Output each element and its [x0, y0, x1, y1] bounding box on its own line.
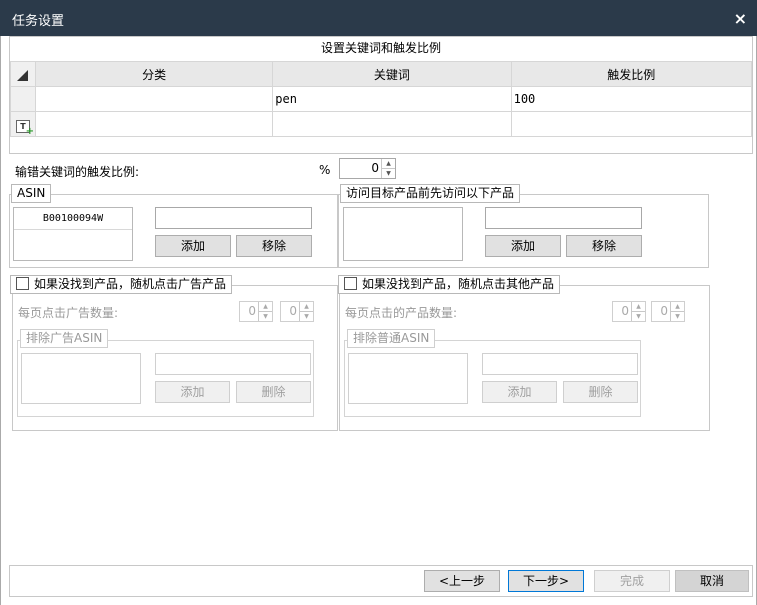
stepper-arrows[interactable]: ▲ ▼ — [631, 302, 645, 321]
checkbox-icon[interactable] — [344, 277, 357, 290]
ad-max-stepper[interactable]: 0 ▲ ▼ — [280, 301, 314, 322]
asin-group: B00100094W 添加 移除 — [9, 194, 338, 268]
exclude-normal-asin-input[interactable] — [482, 353, 638, 375]
other-products-group: 每页点击的产品数量: 0 ▲ ▼ 0 ▲ ▼ 添加 删除 排除普通ASIN — [339, 285, 710, 431]
cell-keyword[interactable]: pen — [272, 86, 512, 112]
arrow-down-icon[interactable]: ▼ — [300, 312, 313, 322]
arrow-up-icon[interactable]: ▲ — [382, 159, 395, 169]
stepper-value: 0 — [371, 161, 379, 175]
wrong-keyword-label: 输错关键词的触发比例: — [15, 165, 140, 179]
keyword-table: 分类 关键词 触发比例 pen 100 T + — [10, 61, 753, 137]
checkbox-icon[interactable] — [16, 277, 29, 290]
next-step-button[interactable]: 下一步> — [508, 570, 584, 592]
asin-list[interactable]: B00100094W — [13, 207, 133, 261]
table-row[interactable]: pen 100 — [10, 86, 753, 112]
cancel-button[interactable]: 取消 — [675, 570, 749, 592]
visit-before-input[interactable] — [485, 207, 642, 229]
arrow-down-icon[interactable]: ▼ — [632, 312, 645, 322]
plus-icon: + — [25, 126, 34, 137]
stepper-value: 0 — [621, 304, 629, 318]
new-row[interactable]: T + — [10, 111, 753, 137]
exclude-ad-asin-legend: 排除广告ASIN — [20, 329, 109, 348]
wizard-footer: <上一步 下一步> 完成 取消 — [9, 565, 753, 597]
stepper-arrows[interactable]: ▲ ▼ — [670, 302, 684, 321]
arrow-up-icon[interactable]: ▲ — [259, 302, 272, 312]
stepper-arrows[interactable]: ▲ ▼ — [381, 159, 395, 178]
new-row-header[interactable]: T + — [10, 111, 36, 137]
exclude-normal-asin-group: 添加 删除 — [344, 340, 641, 417]
arrow-up-icon[interactable]: ▲ — [632, 302, 645, 312]
exclude-normal-asin-legend: 排除普通ASIN — [347, 329, 436, 348]
finish-button[interactable]: 完成 — [594, 570, 670, 592]
cell-ratio[interactable]: 100 — [510, 86, 753, 112]
asin-add-button[interactable]: 添加 — [155, 235, 231, 257]
exclude-normal-add-button[interactable]: 添加 — [482, 381, 557, 403]
grid-caption: 设置关键词和触发比例 — [320, 41, 441, 55]
column-header-ratio[interactable]: 触发比例 — [510, 61, 753, 87]
other-max-stepper[interactable]: 0 ▲ ▼ — [651, 301, 685, 322]
exclude-ad-add-button[interactable]: 添加 — [155, 381, 230, 403]
cell-category[interactable] — [34, 86, 274, 112]
visit-before-list[interactable] — [343, 207, 463, 261]
asin-input[interactable] — [155, 207, 312, 229]
visit-before-add-button[interactable]: 添加 — [485, 235, 561, 257]
exclude-ad-delete-button[interactable]: 删除 — [236, 381, 311, 403]
visit-before-legend: 访问目标产品前先访问以下产品 — [340, 184, 521, 203]
close-icon[interactable]: × — [734, 9, 747, 28]
new-cell-keyword[interactable] — [272, 111, 512, 137]
new-cell-category[interactable] — [34, 111, 274, 137]
exclude-ad-asin-input[interactable] — [155, 353, 311, 375]
arrow-down-icon[interactable]: ▼ — [671, 312, 684, 322]
other-min-stepper[interactable]: 0 ▲ ▼ — [612, 301, 646, 322]
ad-products-checkbox-label: 如果没找到产品，随机点击广告产品 — [34, 277, 227, 291]
window-title: 任务设置 — [12, 14, 65, 29]
arrow-up-icon[interactable]: ▲ — [300, 302, 313, 312]
ad-min-stepper[interactable]: 0 ▲ ▼ — [239, 301, 273, 322]
visit-before-remove-button[interactable]: 移除 — [566, 235, 642, 257]
percent-unit: % — [319, 163, 331, 177]
ad-products-group: 每页点击广告数量: 0 ▲ ▼ 0 ▲ ▼ 添加 删除 排除广告ASIN — [12, 285, 338, 431]
add-row-icon: T + — [15, 120, 34, 136]
other-per-page-label: 每页点击的产品数量: — [345, 306, 458, 320]
ad-products-checkbox[interactable]: 如果没找到产品，随机点击广告产品 — [10, 275, 233, 294]
keyword-grid: 设置关键词和触发比例 分类 关键词 触发比例 pen 100 T + — [9, 36, 753, 154]
table-header-row: 分类 关键词 触发比例 — [10, 61, 753, 87]
corner-triangle-icon — [17, 70, 29, 81]
row-header[interactable] — [10, 86, 36, 112]
stepper-value: 0 — [248, 304, 256, 318]
column-header-keyword[interactable]: 关键词 — [272, 61, 512, 87]
exclude-ad-asin-group: 添加 删除 — [17, 340, 314, 417]
stepper-value: 0 — [289, 304, 297, 318]
arrow-down-icon[interactable]: ▼ — [259, 312, 272, 322]
title-bar: 任务设置 × — [0, 0, 757, 36]
arrow-down-icon[interactable]: ▼ — [382, 169, 395, 179]
list-item[interactable]: B00100094W — [14, 208, 132, 230]
wrong-keyword-ratio-stepper[interactable]: 0 ▲ ▼ — [339, 158, 396, 179]
asin-remove-button[interactable]: 移除 — [236, 235, 312, 257]
exclude-normal-asin-list[interactable] — [348, 353, 468, 404]
stepper-arrows[interactable]: ▲ ▼ — [258, 302, 272, 321]
stepper-arrows[interactable]: ▲ ▼ — [299, 302, 313, 321]
stepper-value: 0 — [660, 304, 668, 318]
other-products-checkbox-label: 如果没找到产品，随机点击其他产品 — [362, 277, 555, 291]
select-all-corner[interactable] — [10, 61, 36, 87]
asin-legend: ASIN — [11, 184, 52, 203]
other-products-checkbox[interactable]: 如果没找到产品，随机点击其他产品 — [338, 275, 561, 294]
visit-before-group: 添加 移除 — [338, 194, 709, 268]
arrow-up-icon[interactable]: ▲ — [671, 302, 684, 312]
dialog-body: 设置关键词和触发比例 分类 关键词 触发比例 pen 100 T + 输错关键词… — [0, 36, 757, 605]
new-cell-ratio[interactable] — [510, 111, 753, 137]
prev-step-button[interactable]: <上一步 — [424, 570, 500, 592]
exclude-ad-asin-list[interactable] — [21, 353, 141, 404]
ad-per-page-label: 每页点击广告数量: — [18, 306, 119, 320]
column-header-category[interactable]: 分类 — [34, 61, 274, 87]
exclude-normal-delete-button[interactable]: 删除 — [563, 381, 638, 403]
